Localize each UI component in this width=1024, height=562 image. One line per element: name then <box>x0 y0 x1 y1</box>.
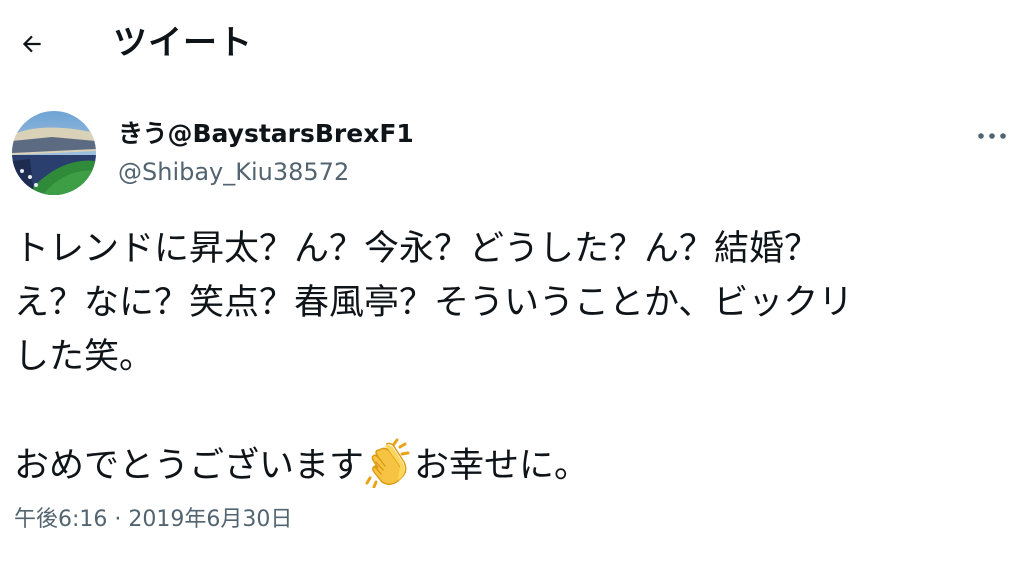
tweet-time-link[interactable]: 午後6:16 <box>14 507 107 532</box>
tweet-line: え？なに？笑点？春風亭？そういうことか、ビックリ <box>14 283 854 323</box>
user-handle[interactable]: @Shibay_Kiu38572 <box>118 156 349 188</box>
congrats-text: おめでとうございます <box>14 446 365 486</box>
top-bar: ツイート <box>0 0 1024 88</box>
back-button[interactable] <box>12 24 52 64</box>
more-button[interactable] <box>974 122 1010 150</box>
tweet-line: トレンドに昇太？ん？今永？どうした？ん？結婚？ <box>14 229 820 269</box>
page-title: ツイート <box>113 23 253 63</box>
stadium-avatar <box>12 111 96 195</box>
avatar[interactable] <box>12 111 96 195</box>
tweet-date-link[interactable]: 2019年6月30日 <box>128 507 292 532</box>
more-horizontal-icon <box>978 133 1006 139</box>
tweet-line: した笑。 <box>14 337 155 377</box>
tweet-text: トレンドに昇太？ん？今永？どうした？ん？結婚？ え？なに？笑点？春風亭？そういう… <box>14 222 999 492</box>
arrow-left-icon <box>22 35 41 53</box>
meta-separator: · <box>114 507 122 532</box>
display-name[interactable]: きう@BaystarsBrexF1 <box>118 117 414 151</box>
clapping-hands-icon <box>365 438 410 488</box>
congrats-text-after: お幸せに。 <box>414 446 590 486</box>
tweet-line-congrats: おめでとうございます お幸せに。 <box>14 438 999 492</box>
tweet-timestamp: 午後6:16 · 2019年6月30日 <box>14 504 292 536</box>
